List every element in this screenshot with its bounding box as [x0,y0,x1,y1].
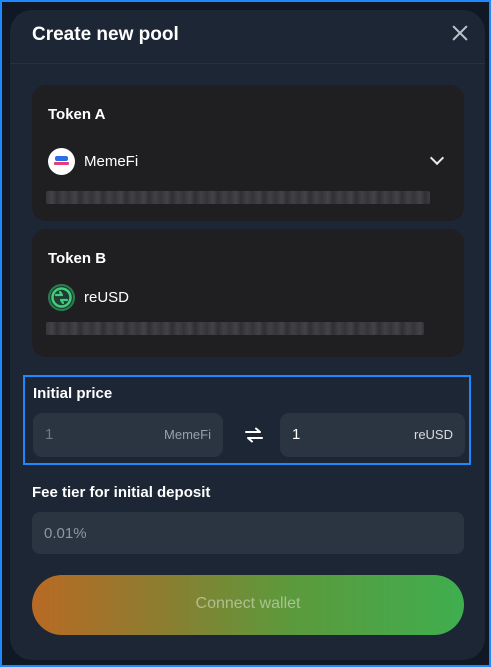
fee-tier-label: Fee tier for initial deposit [32,484,211,501]
swap-arrows-icon[interactable] [244,427,264,443]
initial-price-label: Initial price [33,385,113,402]
price-input-token-b-unit: reUSD [413,427,453,442]
token-b-label: Token B [48,250,107,267]
connect-wallet-button[interactable]: Connect wallet [32,575,464,635]
price-input-token-a-value: 1 [45,426,54,443]
header-divider [10,63,485,64]
close-icon[interactable] [451,24,469,42]
token-b-address-redacted [46,322,424,335]
token-a-label: Token A [48,106,106,123]
reusd-logo-icon [48,283,75,311]
memefi-logo-icon [48,147,75,175]
chevron-down-icon[interactable] [429,150,445,166]
fee-tier-field[interactable]: 0.01% [32,512,464,554]
token-a-name: MemeFi [84,152,139,170]
screenshot-frame: Create new pool Token A MemeFi Token B r… [0,0,491,667]
price-input-token-a[interactable]: 1 MemeFi [33,413,223,457]
price-input-token-b[interactable]: 1 reUSD [280,413,465,457]
price-input-token-b-value: 1 [292,426,301,443]
token-a-card: Token A MemeFi [32,85,464,221]
token-a-address-redacted [46,191,430,204]
fee-tier-value: 0.01% [44,525,87,542]
token-b-name: reUSD [84,288,130,306]
token-b-display: reUSD [48,283,129,311]
connect-wallet-label: Connect wallet [195,595,301,612]
initial-price-section: Initial price 1 MemeFi 1 reUSD [23,375,471,465]
dialog-title: Create new pool [32,24,179,45]
create-pool-dialog: Create new pool Token A MemeFi Token B r… [10,10,485,660]
token-a-selector[interactable]: MemeFi [48,147,138,175]
price-input-token-a-unit: MemeFi [164,427,211,442]
token-b-card: Token B reUSD [32,229,464,357]
